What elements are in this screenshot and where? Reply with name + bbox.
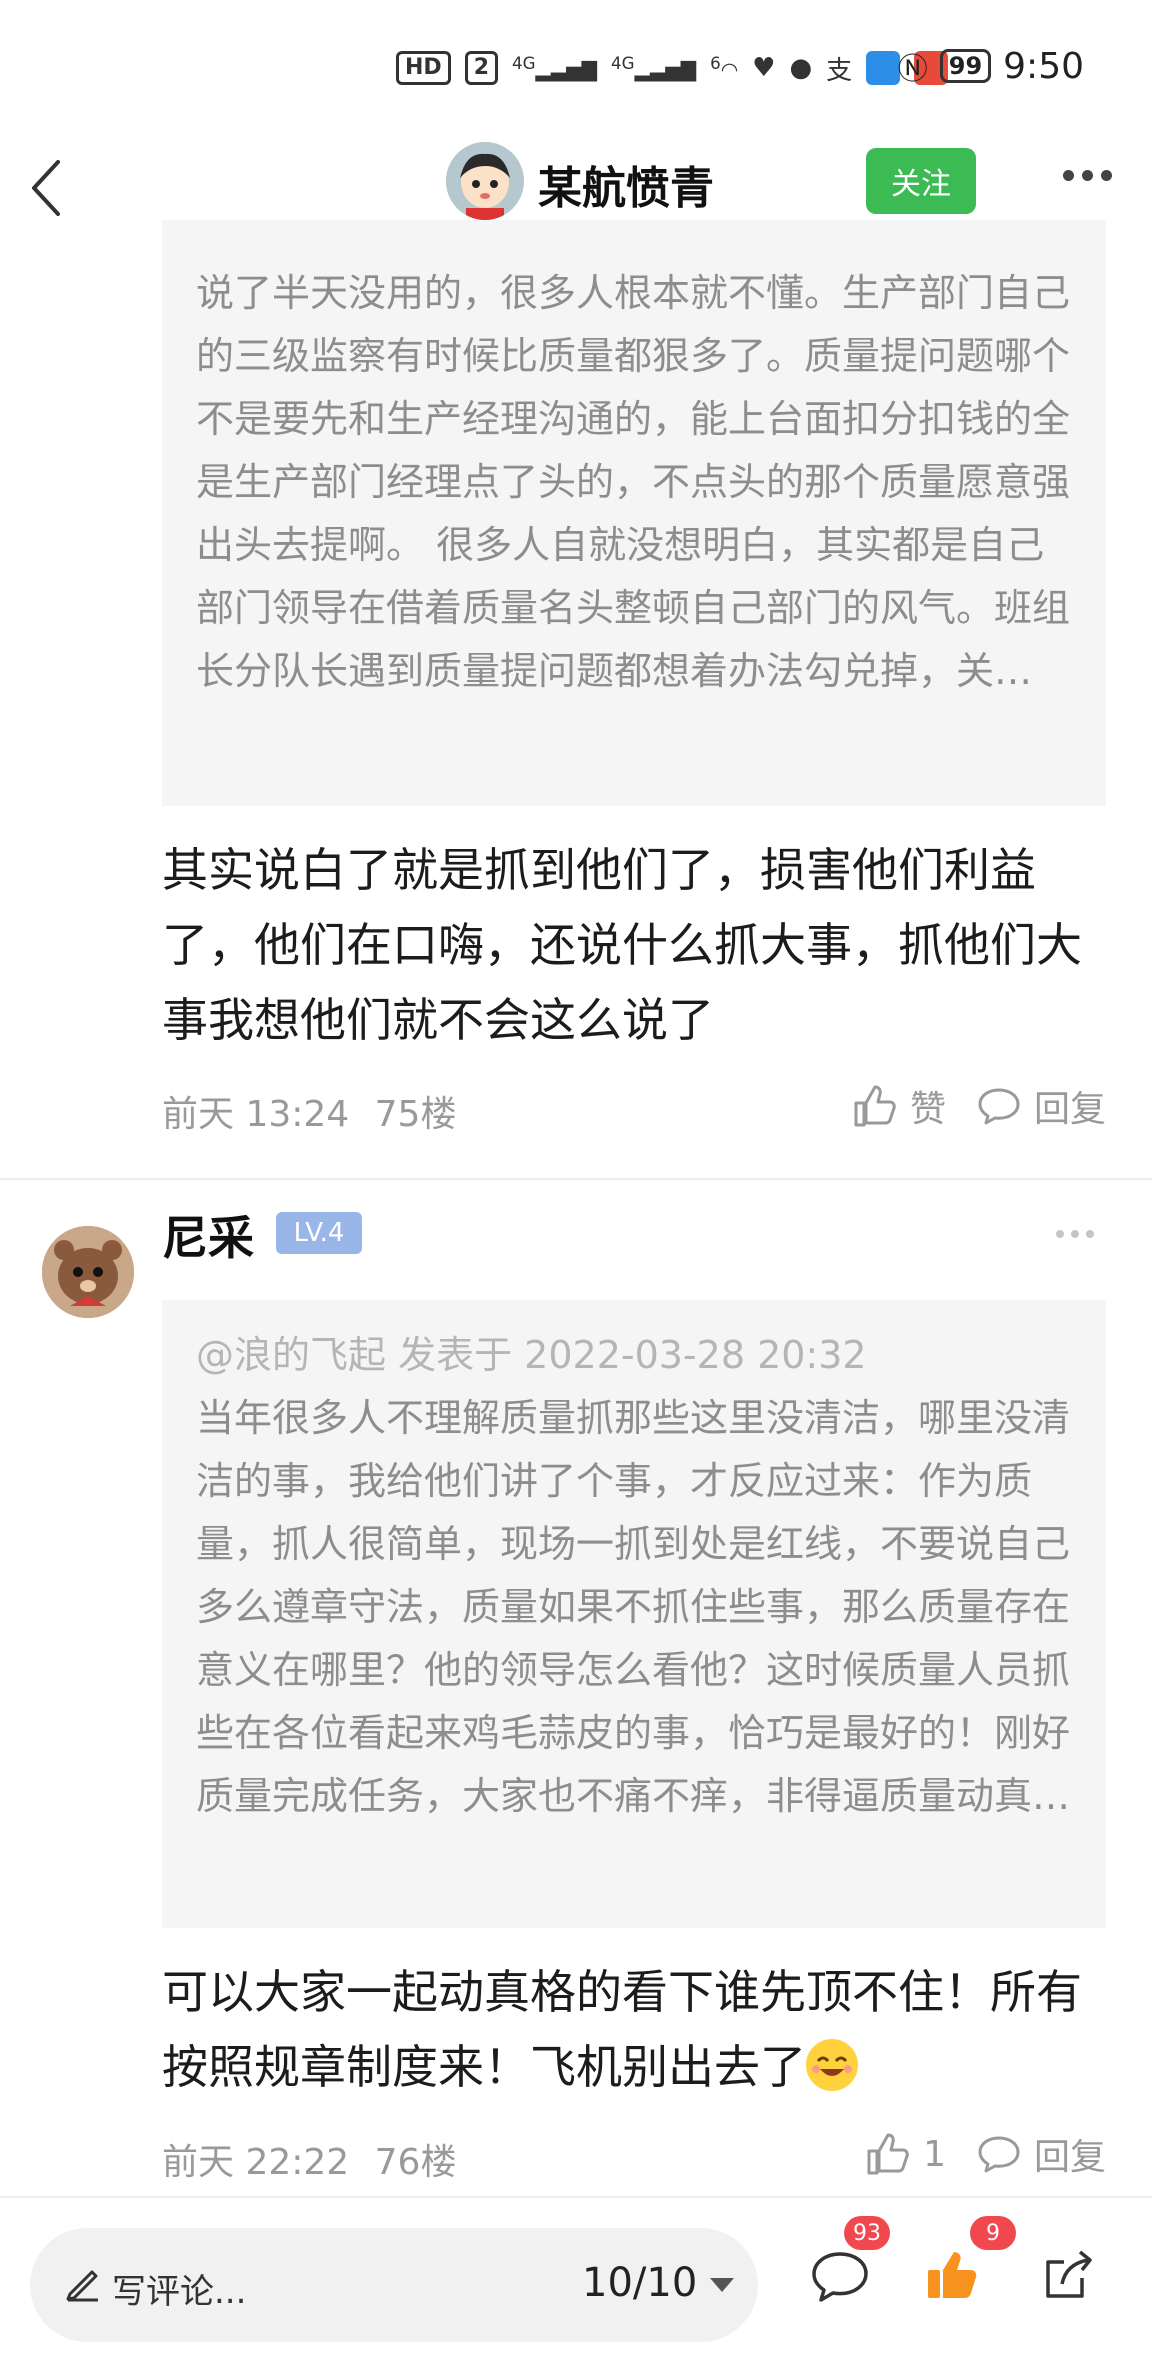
likes-badge: 9: [970, 2216, 1016, 2250]
reply-button[interactable]: 回复: [976, 2128, 1106, 2180]
comment-time: 前天 22:22: [162, 2142, 350, 2183]
reply-label: 回复: [1033, 2137, 1106, 2178]
comment-meta: 前天 13:24 75楼: [162, 1085, 456, 1137]
wifi-icon: 6◠: [710, 54, 739, 82]
comment-actions: 1 回复: [865, 2128, 1106, 2180]
author-avatar[interactable]: [446, 142, 524, 220]
comments-badge: 93: [844, 2216, 890, 2250]
like-label: 赞: [909, 1089, 946, 1130]
alipay-icon: 支: [826, 55, 853, 86]
page-dropdown-icon[interactable]: [710, 2278, 734, 2292]
status-time: Ⓝ 99 9:50: [898, 44, 1084, 88]
comment-floor: 76楼: [374, 2142, 457, 2183]
more-dot-icon: [1056, 1230, 1064, 1238]
laughing-emoji-icon: [806, 2039, 858, 2091]
like-button[interactable]: 赞: [852, 1080, 946, 1132]
comment-text-content: 可以大家一起动真格的看下谁先顶不住！所有按照规章制度来！飞机别出去了: [162, 1965, 1082, 2094]
level-badge: LV.4: [276, 1212, 362, 1254]
more-dot-icon: [1086, 1230, 1094, 1238]
thumbs-up-filled-icon: [928, 2252, 977, 2298]
more-dot-icon: [1071, 1230, 1079, 1238]
thumbs-up-icon: [867, 2133, 909, 2175]
comments-icon: [812, 2252, 868, 2302]
back-button[interactable]: [26, 156, 86, 226]
heart-icon: ♥: [752, 53, 776, 83]
more-dot-icon: [1101, 170, 1112, 181]
chevron-left-icon: [32, 160, 60, 216]
weather-icon: [866, 51, 901, 85]
comment-placeholder: 写评论...: [112, 2272, 247, 2312]
pencil-icon: [66, 2270, 98, 2302]
avatar-cartoon-icon: [446, 142, 524, 220]
comment-meta: 前天 22:22 76楼: [162, 2133, 456, 2185]
like-post-button[interactable]: 9: [924, 2216, 1016, 2306]
more-dot-icon: [1082, 170, 1093, 181]
signal-icon: 4G▂▃▅▇: [512, 54, 598, 82]
clock: 9:50: [1003, 45, 1084, 87]
battery-icon: 99: [939, 49, 992, 83]
avatar-animal-icon: [42, 1226, 134, 1318]
quote-meta: @浪的飞起 发表于 2022-03-28 20:32: [196, 1333, 867, 1377]
hd-indicator: HD: [396, 51, 451, 85]
speech-bubble-icon: [978, 2136, 1020, 2173]
status-icons: HD 2 4G▂▃▅▇ 4G▂▃▅▇ 6◠ ♥ ● 支: [396, 48, 949, 88]
comment-text: 可以大家一起动真格的看下谁先顶不住！所有按照规章制度来！飞机别出去了: [162, 1955, 1106, 2105]
reply-label: 回复: [1033, 1089, 1106, 1130]
message-icon: ●: [789, 53, 813, 83]
nfc-icon: Ⓝ: [897, 52, 928, 87]
commenter-avatar[interactable]: [42, 1226, 134, 1318]
reply-button[interactable]: 回复: [976, 1080, 1106, 1132]
like-count: 1: [923, 2133, 946, 2175]
commenter-name[interactable]: 尼采: [162, 1202, 254, 1268]
like-button[interactable]: 1: [865, 2131, 946, 2177]
quoted-reply[interactable]: 说了半天没用的，很多人根本就不懂。生产部门自己的三级监察有时候比质量都狠多了。质…: [162, 220, 1106, 806]
quote-text: 说了半天没用的，很多人根本就不懂。生产部门自己的三级监察有时候比质量都狠多了。质…: [196, 271, 1071, 693]
share-icon: [1046, 2250, 1092, 2298]
battery-level: 99: [948, 52, 983, 80]
quote-text: 当年很多人不理解质量抓那些这里没清洁，哪里没清洁的事，我给他们讲了个事，才反应过…: [196, 1396, 1071, 1818]
comment-floor: 75楼: [374, 1094, 457, 1135]
comments-button[interactable]: 93: [810, 2216, 890, 2308]
status-bar: HD 2 4G▂▃▅▇ 4G▂▃▅▇ 6◠ ♥ ● 支 Ⓝ 99 9:50: [0, 0, 1152, 130]
comment-text: 其实说白了就是抓到他们了，损害他们利益了，他们在口嗨，还说什么抓大事，抓他们大事…: [162, 843, 1082, 1047]
sim-indicator: 2: [464, 51, 498, 85]
comment-input[interactable]: 写评论... 10/10: [30, 2228, 758, 2342]
signal-icon-2: 4G▂▃▅▇: [611, 54, 697, 82]
thumbs-up-icon: [854, 1085, 896, 1127]
comment-more-button[interactable]: [1056, 1230, 1094, 1238]
speech-bubble-icon: [978, 1088, 1020, 1125]
more-dot-icon: [1063, 170, 1074, 181]
comment-actions: 赞 回复: [852, 1080, 1106, 1132]
author-name[interactable]: 某航愤青: [538, 152, 714, 216]
quoted-reply[interactable]: @浪的飞起 发表于 2022-03-28 20:32 当年很多人不理解质量抓那些…: [162, 1300, 1106, 1928]
page-indicator[interactable]: 10/10: [582, 2260, 697, 2306]
share-button[interactable]: [1042, 2248, 1098, 2308]
follow-button[interactable]: 关注: [866, 148, 976, 214]
comment-time: 前天 13:24: [162, 1094, 350, 1135]
more-menu-button[interactable]: [1063, 170, 1112, 181]
divider: [0, 1178, 1152, 1180]
bottom-bar: 写评论... 10/10 93 9: [0, 2196, 1152, 2376]
